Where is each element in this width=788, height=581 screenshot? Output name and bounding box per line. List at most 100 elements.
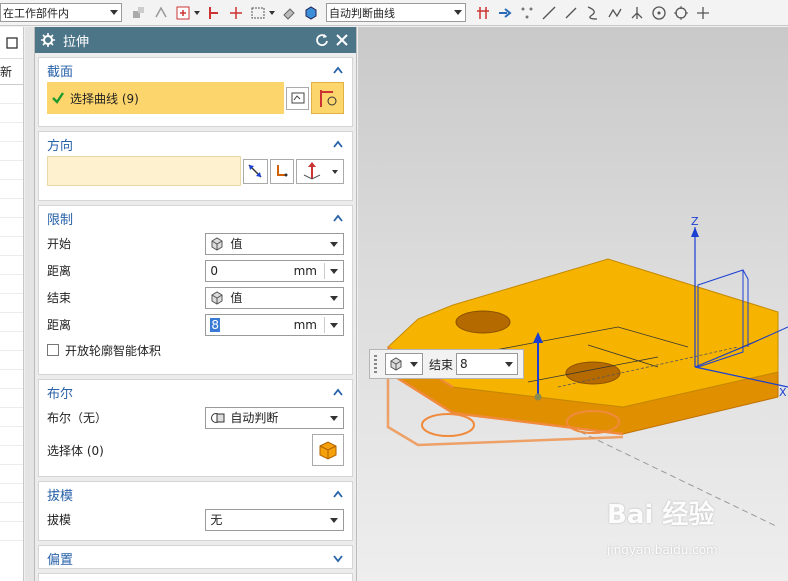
drag-handle[interactable] xyxy=(374,355,377,373)
curve-rule-select[interactable]: 自动判断曲线 xyxy=(326,3,466,22)
circle-point-icon[interactable] xyxy=(650,4,668,22)
chevron-down-icon xyxy=(410,362,418,367)
eraser-icon[interactable] xyxy=(280,4,298,22)
extrude-dialog: 拉伸 截面 选择曲线 (9) 方向 限制 开始 值 距离 0 mm 结束 值 距… xyxy=(34,27,357,581)
splitter[interactable] xyxy=(25,27,34,581)
list-item[interactable] xyxy=(0,123,23,142)
limits-title: 限制 xyxy=(47,212,74,228)
chevron-up-icon[interactable] xyxy=(332,212,344,224)
list-item[interactable] xyxy=(0,465,23,484)
filter-icon[interactable] xyxy=(174,4,192,22)
list-item[interactable] xyxy=(0,85,23,104)
list-item[interactable] xyxy=(0,351,23,370)
line-icon[interactable] xyxy=(562,4,580,22)
chevron-down-icon[interactable] xyxy=(330,322,338,328)
section-header[interactable]: 截面 xyxy=(39,58,352,82)
boolean-select-value: 自动判断 xyxy=(230,411,279,425)
chevron-down-icon xyxy=(454,10,462,15)
section-title: 截面 xyxy=(47,64,74,80)
curve-section-button[interactable] xyxy=(311,82,344,114)
boolean-select[interactable]: 自动判断 xyxy=(205,406,344,429)
start-select[interactable]: 值 xyxy=(205,232,344,255)
boolean-label: 布尔（无） xyxy=(47,411,108,425)
limits-header[interactable]: 限制 xyxy=(39,206,352,230)
vector-type-select[interactable] xyxy=(296,158,344,184)
list-item[interactable] xyxy=(0,218,23,237)
maximize-icon[interactable] xyxy=(5,36,18,49)
chevron-down-icon[interactable] xyxy=(269,10,275,15)
solid-body-icon[interactable] xyxy=(302,4,320,22)
scope-select[interactable]: 在工作部件内 xyxy=(0,3,122,22)
list-item[interactable] xyxy=(0,180,23,199)
draft-select[interactable]: 无 xyxy=(205,508,344,531)
screen-input-bar: 结束 8 xyxy=(369,349,524,379)
start-distance-input[interactable]: 0 mm xyxy=(205,259,344,282)
intersection-icon[interactable] xyxy=(474,4,492,22)
list-item[interactable] xyxy=(0,370,23,389)
list-item[interactable] xyxy=(0,161,23,180)
close-icon[interactable] xyxy=(334,32,350,48)
list-item[interactable] xyxy=(0,256,23,275)
offset-title: 偏置 xyxy=(47,552,74,568)
chevron-up-icon[interactable] xyxy=(332,64,344,76)
list-item[interactable] xyxy=(0,294,23,313)
curve-icon[interactable] xyxy=(584,4,602,22)
list-item[interactable] xyxy=(0,332,23,351)
select-body-button[interactable] xyxy=(312,434,344,466)
specify-vector-row[interactable] xyxy=(47,156,241,186)
watermark-url: jingyan.baidu.com xyxy=(607,543,718,557)
gear-icon[interactable] xyxy=(41,33,55,47)
sketch-section-button[interactable] xyxy=(286,86,309,110)
screen-end-type-select[interactable] xyxy=(385,353,423,375)
boolean-header[interactable]: 布尔 xyxy=(39,380,352,404)
list-item[interactable] xyxy=(0,199,23,218)
chevron-down-icon[interactable] xyxy=(330,268,338,274)
direction-header[interactable]: 方向 xyxy=(39,132,352,156)
spline-icon[interactable] xyxy=(606,4,624,22)
chevron-up-icon[interactable] xyxy=(332,488,344,500)
screen-end-value-input[interactable]: 8 xyxy=(456,353,519,375)
end-distance-input[interactable]: 8 mm xyxy=(205,313,344,336)
list-item[interactable] xyxy=(0,484,23,503)
list-item[interactable] xyxy=(0,446,23,465)
move-icon[interactable] xyxy=(227,4,245,22)
draft-title: 拔模 xyxy=(47,488,74,504)
list-item[interactable] xyxy=(0,275,23,294)
snap-icon[interactable] xyxy=(152,4,170,22)
end-distance-row: 距离 8 mm xyxy=(39,311,352,338)
draft-header[interactable]: 拔模 xyxy=(39,482,352,506)
chevron-down-icon[interactable] xyxy=(332,552,344,564)
graphics-viewport[interactable]: Z X Bai 经验 jingyan.baidu.com xyxy=(358,27,788,581)
list-item[interactable] xyxy=(0,104,23,123)
value-cube-icon xyxy=(211,290,223,305)
chevron-up-icon[interactable] xyxy=(332,386,344,398)
plus-icon[interactable] xyxy=(694,4,712,22)
list-item[interactable] xyxy=(0,427,23,446)
circle-center-icon[interactable] xyxy=(672,4,690,22)
chevron-down-icon[interactable] xyxy=(194,10,200,15)
tangent-icon[interactable] xyxy=(628,4,646,22)
list-item[interactable] xyxy=(0,522,23,541)
list-item[interactable] xyxy=(0,503,23,522)
vector-dialog-button[interactable] xyxy=(269,158,295,184)
open-profile-checkbox[interactable] xyxy=(47,344,59,356)
chevron-up-icon[interactable] xyxy=(332,138,344,150)
pick-icon[interactable] xyxy=(205,4,223,22)
list-item[interactable] xyxy=(0,237,23,256)
reverse-direction-button[interactable] xyxy=(242,158,268,184)
chevron-down-icon xyxy=(330,241,338,247)
line-icon[interactable] xyxy=(540,4,558,22)
select-curve-row[interactable]: 选择曲线 (9) xyxy=(47,82,284,114)
reverse-direction-icon xyxy=(248,164,262,178)
reset-icon[interactable] xyxy=(314,32,330,48)
list-item[interactable] xyxy=(0,408,23,427)
list-item[interactable] xyxy=(0,313,23,332)
assembly-icon[interactable] xyxy=(130,4,148,22)
list-item[interactable] xyxy=(0,389,23,408)
point-set-icon[interactable] xyxy=(518,4,536,22)
arrow-right-icon[interactable] xyxy=(496,4,514,22)
list-item[interactable] xyxy=(0,142,23,161)
offset-header[interactable]: 偏置 xyxy=(39,546,352,570)
end-select[interactable]: 值 xyxy=(205,286,344,309)
rectangle-select-icon[interactable] xyxy=(249,4,267,22)
